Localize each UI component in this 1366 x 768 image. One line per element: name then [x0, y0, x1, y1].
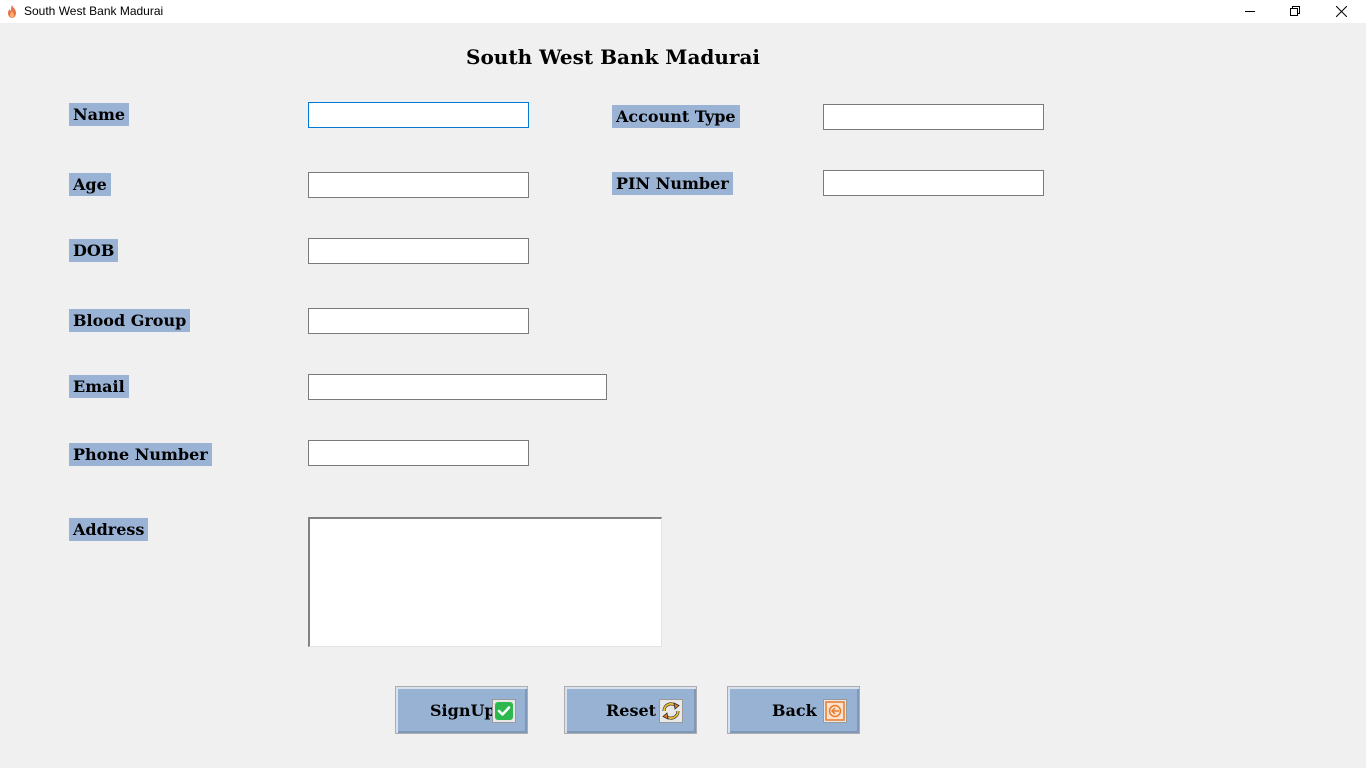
minimize-icon [1244, 11, 1255, 12]
address-textarea[interactable] [308, 517, 662, 647]
email-input[interactable] [308, 374, 607, 400]
pin-number-label: PIN Number [612, 172, 733, 195]
account-type-input[interactable] [823, 104, 1044, 130]
phone-number-label: Phone Number [69, 443, 212, 466]
address-label: Address [69, 518, 149, 541]
title-bar: South West Bank Madurai [0, 0, 1366, 23]
age-input[interactable] [308, 172, 529, 198]
email-label: Email [69, 375, 129, 398]
back-button-label: Back [772, 701, 817, 720]
dob-label: DOB [69, 239, 119, 262]
account-type-label: Account Type [612, 105, 740, 128]
reset-button-label: Reset [606, 701, 657, 720]
back-arrow-icon [823, 699, 847, 723]
restore-button[interactable] [1272, 0, 1318, 23]
signup-button-label: SignUp [430, 701, 496, 720]
age-label: Age [69, 173, 111, 196]
dob-input[interactable] [308, 238, 529, 264]
close-button[interactable] [1318, 0, 1364, 23]
back-button[interactable]: Back [727, 686, 860, 734]
flame-icon [8, 5, 16, 18]
signup-button[interactable]: SignUp [395, 686, 528, 734]
refresh-icon [659, 699, 683, 723]
window-title: South West Bank Madurai [24, 4, 164, 18]
name-input[interactable] [308, 102, 529, 128]
name-label: Name [69, 103, 130, 126]
reset-button[interactable]: Reset [564, 686, 697, 734]
blood-group-input[interactable] [308, 308, 529, 334]
close-icon [1335, 6, 1347, 17]
blood-group-label: Blood Group [69, 309, 191, 332]
minimize-button[interactable] [1227, 0, 1273, 23]
check-icon [492, 699, 516, 723]
restore-icon [1289, 6, 1300, 16]
phone-number-input[interactable] [308, 440, 529, 466]
page-title: South West Bank Madurai [466, 45, 761, 69]
pin-number-input[interactable] [823, 170, 1044, 196]
